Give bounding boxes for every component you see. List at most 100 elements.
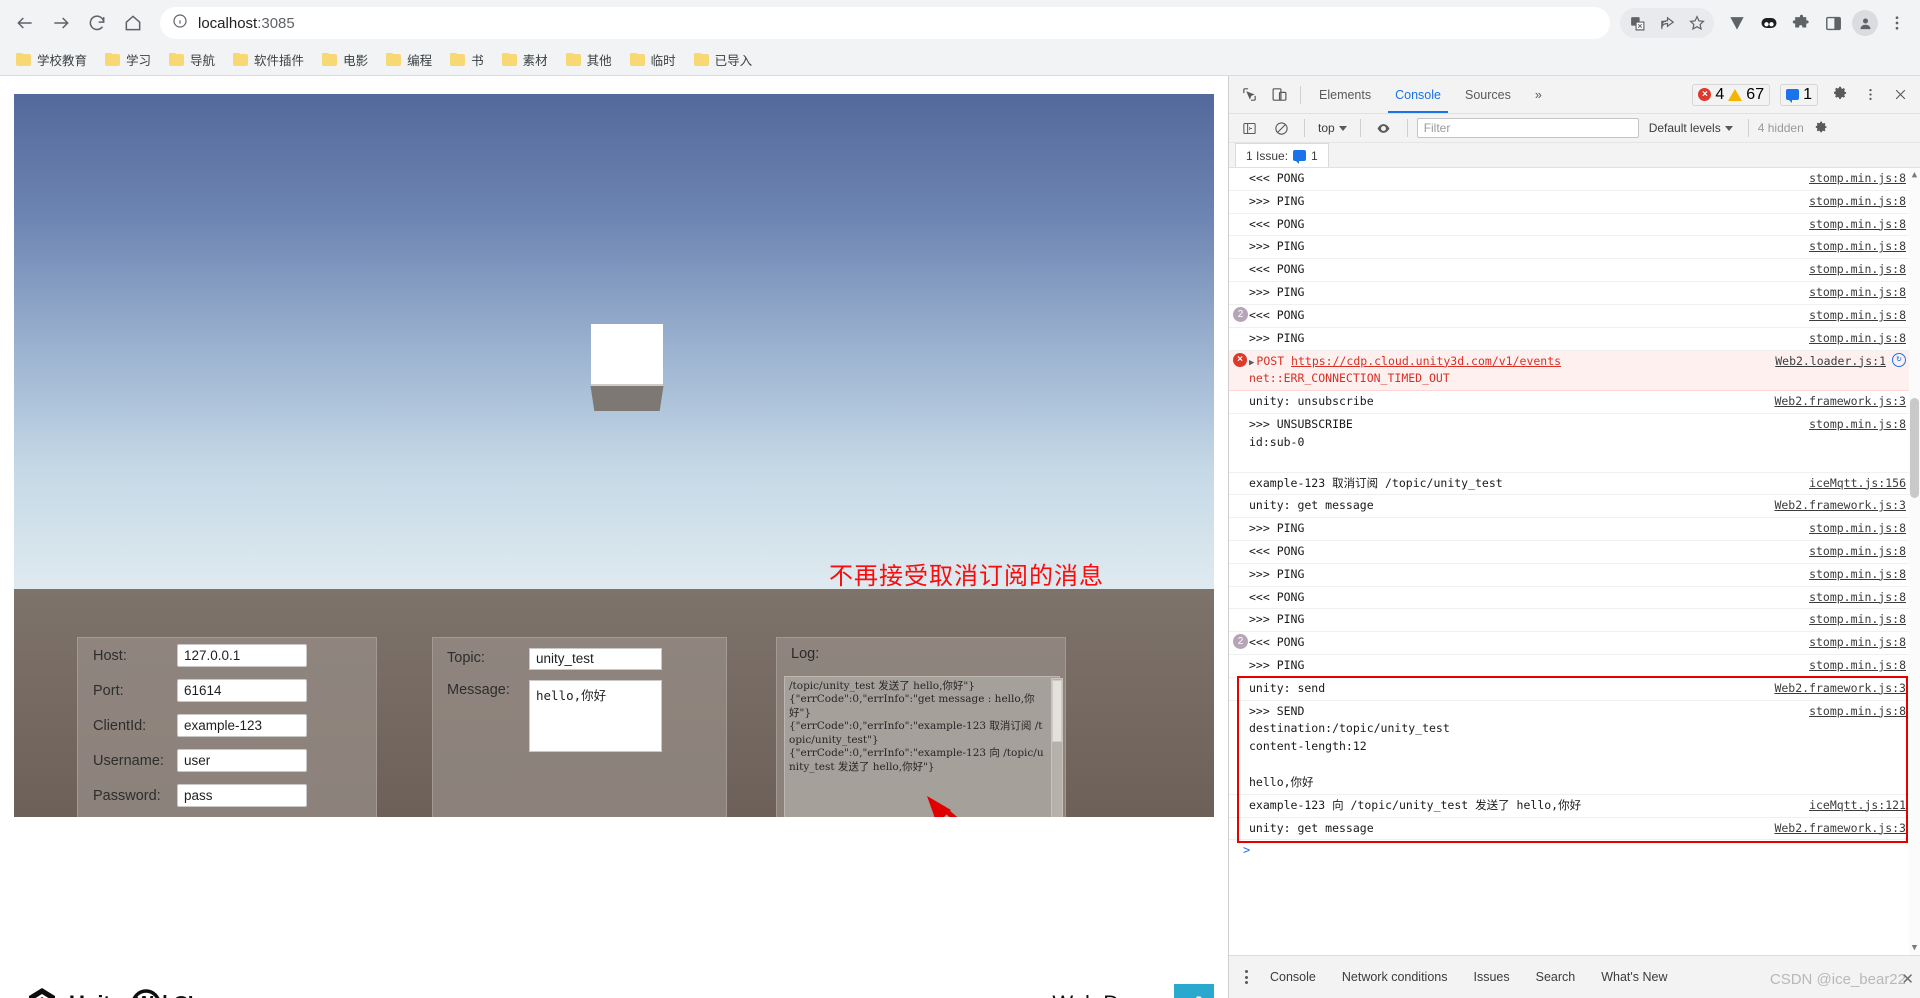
console-row[interactable]: unity: send Web2.framework.js:3 bbox=[1229, 678, 1920, 701]
console-settings-icon[interactable] bbox=[1808, 115, 1836, 141]
console-row[interactable]: unity: unsubscribe Web2.framework.js:3 bbox=[1229, 391, 1920, 415]
bookmark-item[interactable]: 电影 bbox=[314, 47, 376, 72]
back-arrow-icon[interactable] bbox=[8, 6, 42, 40]
bookmark-item[interactable]: 其他 bbox=[558, 47, 620, 72]
unity-canvas[interactable]: 不再接受取消订阅的消息 Host: 127.0.0.1 Port: 61614 … bbox=[14, 94, 1214, 817]
source-link[interactable]: stomp.min.js:8 bbox=[1809, 216, 1906, 234]
log-levels-dropdown[interactable]: Default levels bbox=[1643, 121, 1739, 135]
console-row[interactable]: >>> PING stomp.min.js:8 bbox=[1229, 518, 1920, 541]
username-input[interactable]: user bbox=[177, 749, 307, 772]
console-row[interactable]: <<< PONG stomp.min.js:8 bbox=[1229, 587, 1920, 610]
source-link[interactable]: stomp.min.js:8 bbox=[1809, 634, 1906, 652]
bookmark-item[interactable]: 临时 bbox=[622, 47, 684, 72]
forward-arrow-icon[interactable] bbox=[44, 6, 78, 40]
console-scrollbar-thumb[interactable] bbox=[1910, 398, 1919, 498]
console-row[interactable]: >>> PING stomp.min.js:8 bbox=[1229, 236, 1920, 260]
fullscreen-icon[interactable] bbox=[1174, 984, 1214, 998]
source-link[interactable]: Web2.framework.js:3 bbox=[1774, 393, 1906, 411]
replay-request-icon[interactable]: ↻ bbox=[1892, 352, 1906, 367]
source-link[interactable]: stomp.min.js:8 bbox=[1809, 416, 1906, 434]
bookmark-item[interactable]: 软件插件 bbox=[225, 47, 312, 72]
bookmark-star-icon[interactable] bbox=[1682, 8, 1712, 38]
console-row[interactable]: unity: get message Web2.framework.js:3 bbox=[1229, 495, 1920, 519]
console-row[interactable]: <<< PONG stomp.min.js:8 bbox=[1229, 259, 1920, 283]
extensions-puzzle-icon[interactable] bbox=[1786, 8, 1816, 38]
topic-input[interactable]: unity_test bbox=[529, 648, 662, 670]
drawer-tab-search[interactable]: Search bbox=[1524, 963, 1588, 991]
bookmark-item[interactable]: 素材 bbox=[494, 47, 556, 72]
message-textarea[interactable]: hello,你好 bbox=[529, 680, 662, 752]
bookmark-item[interactable]: 书 bbox=[442, 47, 492, 72]
bookmark-item[interactable]: 学校教育 bbox=[8, 47, 95, 72]
console-row[interactable]: example-123 向 /topic/unity_test 发送了 hell… bbox=[1229, 795, 1920, 818]
dark-reader-icon[interactable] bbox=[1754, 8, 1784, 38]
console-scrollbar[interactable]: ▲ ▼ bbox=[1909, 168, 1920, 955]
console-row[interactable]: >>> PING stomp.min.js:8 bbox=[1229, 282, 1920, 305]
error-warning-counts[interactable]: × 4 67 bbox=[1692, 83, 1771, 106]
reload-icon[interactable] bbox=[80, 6, 114, 40]
console-prompt[interactable]: > bbox=[1229, 840, 1920, 860]
home-icon[interactable] bbox=[116, 6, 150, 40]
console-row[interactable]: >>> UNSUBSCRIBE id:sub-0 stomp.min.js:8 bbox=[1229, 414, 1920, 473]
console-row[interactable]: >>> SEND destination:/topic/unity_test c… bbox=[1229, 701, 1920, 795]
scroll-down-arrow[interactable]: ▼ bbox=[1910, 943, 1919, 953]
drawer-close-icon[interactable]: ✕ bbox=[1901, 970, 1914, 988]
source-link[interactable]: Web2.framework.js:3 bbox=[1774, 820, 1906, 838]
source-link[interactable]: Web2.loader.js:1 bbox=[1775, 353, 1886, 371]
console-row[interactable]: 2 <<< PONG stomp.min.js:8 bbox=[1229, 305, 1920, 328]
source-link[interactable]: stomp.min.js:8 bbox=[1809, 657, 1906, 675]
source-link[interactable]: stomp.min.js:8 bbox=[1809, 307, 1906, 325]
browser-menu-icon[interactable] bbox=[1882, 8, 1912, 38]
source-link[interactable]: iceMqtt.js:156 bbox=[1809, 475, 1906, 493]
side-panel-icon[interactable] bbox=[1818, 8, 1848, 38]
console-sidebar-icon[interactable] bbox=[1235, 115, 1263, 141]
disclosure-triangle-icon[interactable]: ▶ bbox=[1249, 358, 1254, 368]
console-row[interactable]: <<< PONG stomp.min.js:8 bbox=[1229, 541, 1920, 564]
profile-avatar-icon[interactable] bbox=[1850, 8, 1880, 38]
console-row[interactable]: >>> PING stomp.min.js:8 bbox=[1229, 328, 1920, 351]
console-row[interactable]: × ▶ POST https://cdp.cloud.unity3d.com/v1/… bbox=[1229, 350, 1920, 392]
kebab-menu-icon[interactable] bbox=[1856, 82, 1884, 108]
source-link[interactable]: stomp.min.js:8 bbox=[1809, 284, 1906, 302]
console-row[interactable]: >>> PING stomp.min.js:8 bbox=[1229, 564, 1920, 587]
error-url-link[interactable]: https://cdp.cloud.unity3d.com/v1/events bbox=[1291, 354, 1561, 368]
device-toolbar-icon[interactable] bbox=[1265, 82, 1293, 108]
console-row[interactable]: >>> PING stomp.min.js:8 bbox=[1229, 191, 1920, 214]
source-link[interactable]: stomp.min.js:8 bbox=[1809, 566, 1906, 584]
close-icon[interactable] bbox=[1886, 82, 1914, 108]
console-row[interactable]: <<< PONG stomp.min.js:8 bbox=[1229, 214, 1920, 237]
live-expression-icon[interactable] bbox=[1370, 115, 1398, 141]
drawer-tab-whats-new[interactable]: What's New bbox=[1589, 963, 1679, 991]
scroll-up-arrow[interactable]: ▲ bbox=[1910, 170, 1919, 180]
bookmark-item[interactable]: 学习 bbox=[97, 47, 159, 72]
address-bar[interactable]: localhost:3085 bbox=[160, 7, 1610, 39]
host-input[interactable]: 127.0.0.1 bbox=[177, 644, 307, 667]
console-row[interactable]: unity: get message Web2.framework.js:3 bbox=[1229, 818, 1920, 841]
source-link[interactable]: stomp.min.js:8 bbox=[1809, 193, 1906, 211]
source-link[interactable]: Web2.framework.js:3 bbox=[1774, 680, 1906, 698]
bookmark-item[interactable]: 导航 bbox=[161, 47, 223, 72]
source-link[interactable]: iceMqtt.js:121 bbox=[1809, 797, 1906, 815]
clientid-input[interactable]: example-123 bbox=[177, 714, 307, 737]
source-link[interactable]: stomp.min.js:8 bbox=[1809, 589, 1906, 607]
port-input[interactable]: 61614 bbox=[177, 679, 307, 702]
console-message-list[interactable]: <<< PONG stomp.min.js:8 >>> PING stomp.min.… bbox=[1229, 168, 1920, 955]
source-link[interactable]: stomp.min.js:8 bbox=[1809, 170, 1906, 188]
password-input[interactable]: pass bbox=[177, 784, 307, 807]
source-link[interactable]: stomp.min.js:8 bbox=[1809, 611, 1906, 629]
source-link[interactable]: stomp.min.js:8 bbox=[1809, 703, 1906, 721]
source-link[interactable]: stomp.min.js:8 bbox=[1809, 330, 1906, 348]
issue-chip[interactable]: 1 Issue: 1 bbox=[1235, 143, 1329, 167]
info-circle-icon[interactable] bbox=[172, 13, 188, 34]
bookmark-item[interactable]: 编程 bbox=[378, 47, 440, 72]
filter-input[interactable]: Filter bbox=[1416, 118, 1639, 138]
tab-sources[interactable]: Sources bbox=[1454, 76, 1522, 113]
gear-icon[interactable] bbox=[1826, 82, 1854, 108]
console-row[interactable]: >>> PING stomp.min.js:8 bbox=[1229, 609, 1920, 633]
source-link[interactable]: stomp.min.js:8 bbox=[1809, 520, 1906, 538]
vimium-icon[interactable] bbox=[1722, 8, 1752, 38]
log-scrollbar-thumb[interactable] bbox=[1052, 680, 1062, 742]
share-icon[interactable] bbox=[1652, 8, 1682, 38]
source-link[interactable]: stomp.min.js:8 bbox=[1809, 543, 1906, 561]
execution-context-selector[interactable]: top bbox=[1314, 119, 1351, 137]
